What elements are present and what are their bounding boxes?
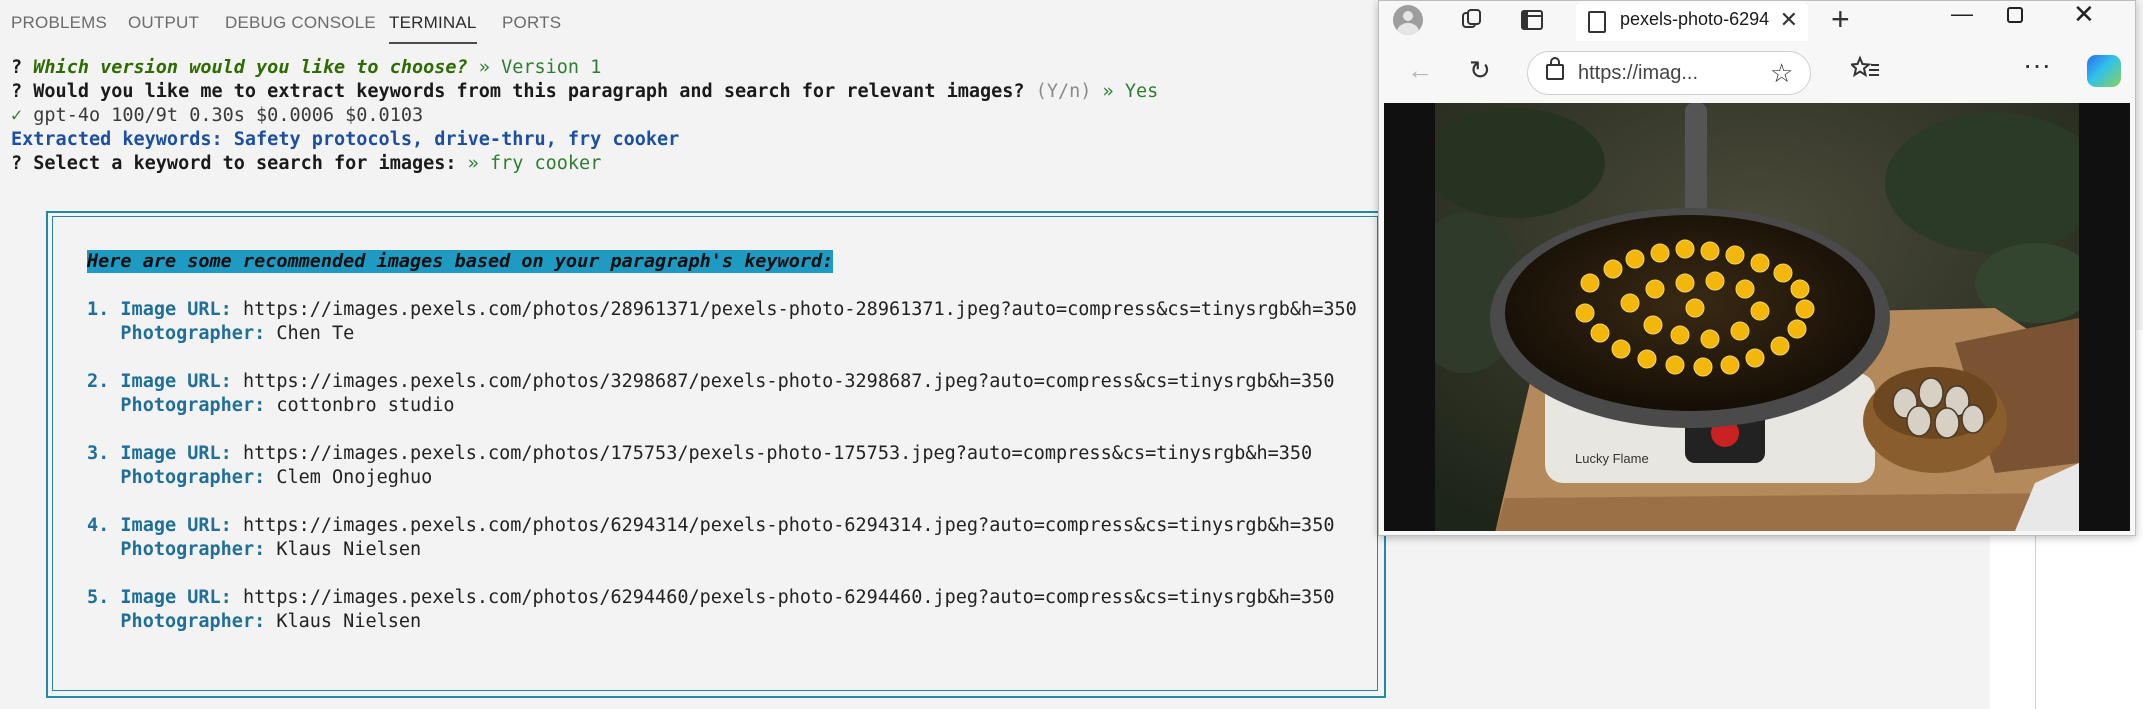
favorite-star-icon[interactable]: ☆ (1770, 58, 1793, 89)
check-icon: ✓ (11, 105, 23, 126)
tab-title: pexels-photo-6294 (1620, 9, 1770, 29)
more-icon[interactable]: ··· (2023, 49, 2051, 81)
collections-icon[interactable] (1459, 7, 1485, 33)
back-icon[interactable]: ← (1407, 55, 1433, 86)
list-item-photographer: Photographer: Chen Te (120, 323, 355, 344)
browser-tab[interactable]: pexels-photo-6294 ✕ (1576, 1, 1808, 41)
tab-debug-console[interactable]: DEBUG CONSOLE (225, 13, 376, 33)
browser-toolbar: ← ↻ https://imag... ☆ ··· (1379, 41, 2135, 99)
list-item: 5. Image URL: https://images.pexels.com/… (87, 587, 1335, 608)
photo-fry-pan-eggs: Lucky Flame (1435, 103, 2079, 531)
profile-icon[interactable] (1393, 5, 1423, 35)
url-text: https://imag... (1578, 62, 1699, 84)
list-item: 2. Image URL: https://images.pexels.com/… (87, 371, 1335, 392)
svg-text:Lucky Flame: Lucky Flame (1575, 451, 1649, 466)
page-icon (1588, 11, 1606, 33)
terminal-line-select: ? Select a keyword to search for images:… (11, 153, 602, 174)
minimize-icon[interactable]: — (1951, 1, 1973, 27)
tab-terminal[interactable]: TERMINAL (389, 13, 477, 44)
favorites-icon[interactable] (1851, 55, 1881, 83)
page-viewport[interactable]: Lucky Flame (1384, 103, 2130, 531)
list-item: 4. Image URL: https://images.pexels.com/… (87, 515, 1335, 536)
window-close-icon[interactable]: ✕ (2073, 0, 2095, 30)
maximize-icon[interactable] (2005, 5, 2025, 25)
image-url-link[interactable]: https://images.pexels.com/photos/3298687… (243, 371, 1335, 392)
terminal-line-usage: ✓ gpt-4o 100/9t 0.30s $0.0006 $0.0103 (11, 105, 424, 126)
image-url-link[interactable]: https://images.pexels.com/photos/6294314… (243, 515, 1335, 536)
image-url-link[interactable]: https://images.pexels.com/photos/6294460… (243, 587, 1335, 608)
close-icon[interactable]: ✕ (1780, 7, 1798, 33)
list-item: 1. Image URL: https://images.pexels.com/… (87, 299, 1357, 320)
terminal-line-version: ? Which version would you like to choose… (11, 57, 602, 78)
address-bar[interactable]: https://imag... ☆ (1527, 51, 1811, 95)
refresh-icon[interactable]: ↻ (1469, 55, 1491, 86)
list-item-photographer: Photographer: Klaus Nielsen (120, 539, 422, 560)
new-tab-icon[interactable]: + (1831, 1, 1850, 38)
tab-ports[interactable]: PORTS (502, 13, 561, 33)
panel-tab-bar: PROBLEMS OUTPUT DEBUG CONSOLE TERMINAL P… (0, 0, 1380, 46)
list-item-photographer: Photographer: Klaus Nielsen (120, 611, 422, 632)
copilot-icon[interactable] (2087, 55, 2121, 87)
terminal-line-keywords: Extracted keywords: Safety protocols, dr… (11, 129, 680, 150)
image-url-link[interactable]: https://images.pexels.com/photos/175753/… (243, 443, 1312, 464)
terminal-line-extract: ? Would you like me to extract keywords … (11, 81, 1159, 102)
results-heading: Here are some recommended images based o… (87, 250, 834, 273)
results-panel: Here are some recommended images based o… (87, 250, 1357, 658)
browser-window[interactable]: pexels-photo-6294 ✕ + — ✕ ← ↻ https://im… (1378, 0, 2136, 536)
tab-problems[interactable]: PROBLEMS (11, 13, 107, 33)
lock-icon (1546, 57, 1564, 80)
tab-actions-icon[interactable] (1519, 7, 1545, 33)
terminal-output[interactable]: ? Which version would you like to choose… (0, 56, 1158, 200)
image-url-link[interactable]: https://images.pexels.com/photos/2896137… (243, 299, 1357, 320)
list-item-photographer: Photographer: Clem Onojeghuo (120, 467, 433, 488)
list-item: 3. Image URL: https://images.pexels.com/… (87, 443, 1313, 464)
list-item-photographer: Photographer: cottonbro studio (120, 395, 455, 416)
browser-titlebar[interactable]: pexels-photo-6294 ✕ + — ✕ (1379, 0, 2135, 41)
tab-output[interactable]: OUTPUT (128, 13, 199, 33)
